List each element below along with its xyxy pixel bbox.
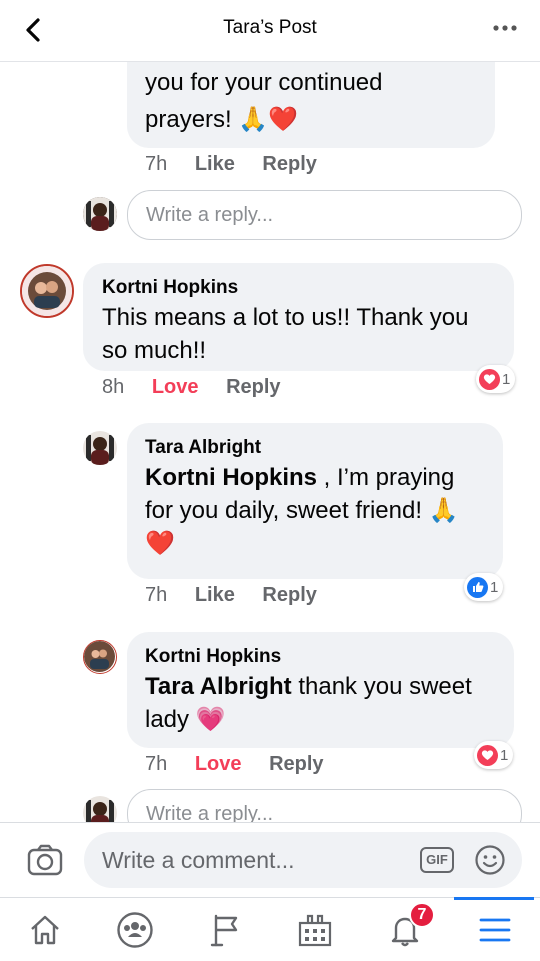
reply-bubble: Kortni Hopkins Tara Albright thank you s…: [127, 632, 514, 748]
comment-text: you for your continued: [145, 69, 383, 96]
comment-author[interactable]: Kortni Hopkins: [145, 646, 496, 668]
comment-actions: 8h Love Reply: [102, 376, 303, 399]
comment-time: 7h: [145, 153, 168, 175]
reply-button[interactable]: Reply: [269, 753, 323, 775]
comment-placeholder: Write a comment...: [102, 847, 295, 873]
comment-actions: 7h Like Reply: [145, 584, 339, 607]
menu-hamburger-icon[interactable]: [475, 910, 515, 950]
emoji-icon[interactable]: [474, 844, 506, 876]
gif-icon[interactable]: GIF: [420, 847, 454, 873]
avatar: [83, 197, 117, 231]
reply-bubble: Tara Albright Kortni Hopkins , I’m prayi…: [127, 423, 503, 579]
like-button[interactable]: Like: [195, 584, 235, 606]
comment-time: 8h: [102, 376, 125, 398]
reaction-count: 1: [500, 746, 509, 764]
avatar[interactable]: [83, 640, 117, 674]
comment-actions: 7h Like Reply: [145, 153, 339, 176]
groups-icon[interactable]: [115, 910, 155, 950]
comment-input[interactable]: Write a comment... GIF: [84, 832, 522, 888]
reply-input[interactable]: Write a reply...: [127, 190, 522, 240]
comment-actions: 7h Love Reply: [145, 753, 346, 776]
comment-bubble: Kortni Hopkins This means a lot to us!! …: [83, 263, 514, 371]
comment-thread: you for your continued prayers! 🙏❤️ 7h L…: [0, 62, 540, 822]
more-options-icon[interactable]: [490, 16, 520, 40]
comment-text: Tara Albright thank you sweet lady 💗: [145, 670, 496, 736]
comment-time: 7h: [145, 753, 168, 775]
notifications-badge: 7: [409, 902, 435, 928]
camera-icon[interactable]: [26, 841, 64, 879]
reply-button[interactable]: Reply: [226, 376, 280, 398]
like-button[interactable]: Like: [195, 153, 235, 175]
comment-bubble: you for your continued prayers! 🙏❤️: [127, 62, 495, 148]
top-bar: Tara’s Post: [0, 0, 540, 62]
avatar: [83, 796, 117, 822]
marketplace-icon[interactable]: [295, 910, 335, 950]
bottom-tab-bar: 7: [0, 897, 540, 961]
like-reaction-icon: [467, 576, 488, 598]
reaction-summary[interactable]: 1: [474, 741, 514, 769]
avatar[interactable]: [83, 431, 117, 465]
reply-placeholder: Write a reply...: [146, 204, 274, 226]
reaction-count: 1: [490, 578, 499, 596]
home-icon[interactable]: [25, 910, 65, 950]
page-title: Tara’s Post: [223, 17, 317, 38]
comment-author[interactable]: Tara Albright: [145, 437, 485, 459]
pages-flag-icon[interactable]: [205, 910, 245, 950]
avatar[interactable]: [20, 264, 74, 318]
mention-link[interactable]: Tara Albright: [145, 673, 292, 700]
comment-composer: Write a comment... GIF: [0, 822, 540, 897]
comment-text: Kortni Hopkins , I’m praying for you dai…: [145, 461, 485, 560]
comment-author[interactable]: Kortni Hopkins: [102, 277, 495, 299]
reply-button[interactable]: Reply: [262, 584, 316, 606]
active-tab-indicator: [454, 897, 534, 900]
heart-reaction-icon: [479, 368, 500, 390]
reply-placeholder: Write a reply...: [146, 803, 274, 822]
mention-link[interactable]: Kortni Hopkins: [145, 464, 317, 491]
reaction-summary[interactable]: 1: [464, 573, 504, 601]
notifications-bell-icon[interactable]: 7: [385, 902, 435, 950]
reaction-count: 1: [502, 370, 511, 388]
comment-time: 7h: [145, 584, 168, 606]
reply-input[interactable]: Write a reply...: [127, 789, 522, 822]
reaction-summary[interactable]: 1: [476, 365, 516, 393]
heart-reaction-icon: [477, 744, 498, 766]
love-reaction-button[interactable]: Love: [195, 753, 242, 775]
comment-text: prayers! 🙏❤️: [145, 106, 299, 133]
reply-button[interactable]: Reply: [262, 153, 316, 175]
love-reaction-button[interactable]: Love: [152, 376, 199, 398]
comment-text: This means a lot to us!! Thank you so mu…: [102, 304, 469, 364]
